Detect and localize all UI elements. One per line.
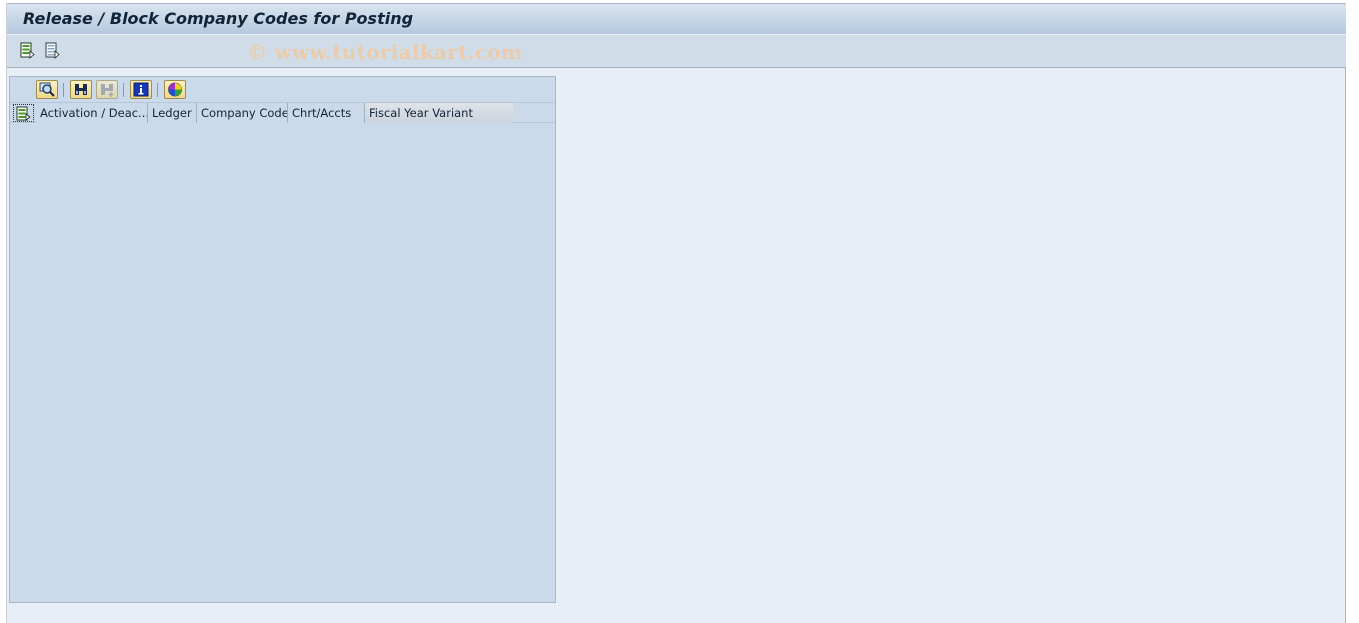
select-all-button[interactable] <box>13 104 34 122</box>
find-next-button[interactable] <box>96 80 118 99</box>
list-green-arrow-icon <box>16 106 31 121</box>
watermark: © www.tutorialkart.com <box>247 40 523 64</box>
details-button[interactable] <box>36 80 58 99</box>
magnifier-icon <box>39 82 55 97</box>
column-header-company-code[interactable]: Company Code <box>197 103 288 123</box>
column-header-chart-of-accounts[interactable]: Chrt/Accts <box>288 103 365 123</box>
application-toolbar: © www.tutorialkart.com <box>7 35 1346 68</box>
info-icon <box>133 82 149 97</box>
list-arrow-icon <box>45 42 60 59</box>
sap-window: Release / Block Company Codes for Postin… <box>6 3 1346 623</box>
column-header-activation[interactable]: Activation / Deac... <box>36 103 148 123</box>
detail-view-button[interactable] <box>44 42 62 60</box>
toolbar-separator <box>157 83 158 97</box>
find-button[interactable] <box>70 80 92 99</box>
list-green-arrow-icon <box>20 42 35 59</box>
alv-grid-body <box>10 123 555 602</box>
column-header-row: Activation / Deac... Ledger Company Code… <box>10 102 555 123</box>
page-title: Release / Block Company Codes for Postin… <box>23 9 414 28</box>
column-header-ledger[interactable]: Ledger <box>148 103 197 123</box>
select-layout-button[interactable] <box>19 42 37 60</box>
column-header-fiscal-year-variant[interactable]: Fiscal Year Variant <box>365 103 513 123</box>
toolbar-separator <box>63 83 64 97</box>
alv-toolbar <box>10 77 555 102</box>
info-button[interactable] <box>130 80 152 99</box>
color-legend-button[interactable] <box>164 80 186 99</box>
binoculars-plus-icon <box>101 84 114 97</box>
binoculars-icon <box>75 84 87 95</box>
title-bar: Release / Block Company Codes for Postin… <box>7 3 1346 35</box>
color-wheel-icon <box>168 82 182 97</box>
toolbar-separator <box>123 83 124 97</box>
alv-grid: Activation / Deac... Ledger Company Code… <box>9 76 556 603</box>
